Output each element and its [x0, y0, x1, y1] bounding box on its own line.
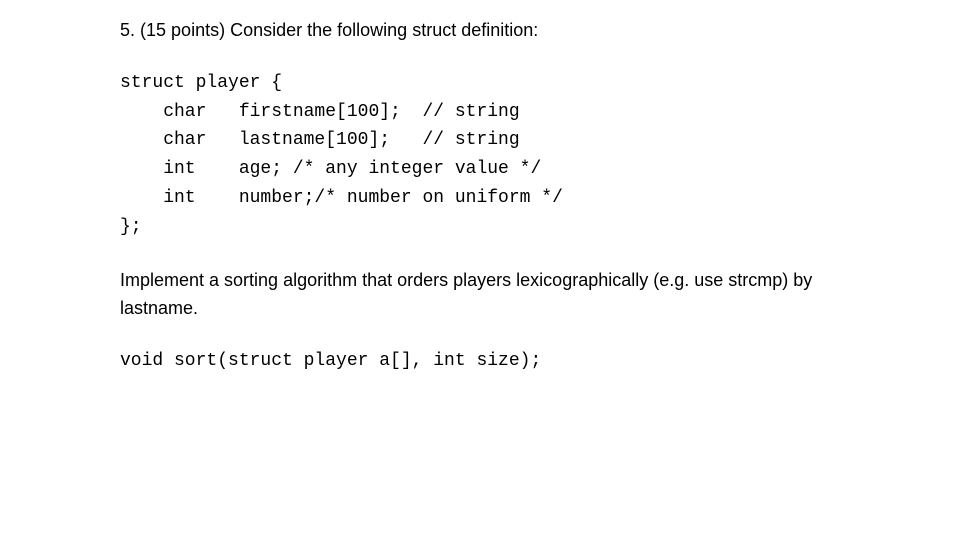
question-number: 5.: [120, 20, 135, 40]
instruction-text: Implement a sorting algorithm that order…: [120, 266, 836, 324]
code-line: int age; /* any integer value */: [120, 159, 541, 179]
document-content: 5. (15 points) Consider the following st…: [0, 0, 956, 392]
code-line: char firstname[100]; // string: [120, 102, 520, 122]
function-signature: void sort(struct player a[], int size);: [120, 347, 836, 376]
code-line: char lastname[100]; // string: [120, 130, 520, 150]
question-points: (15 points): [140, 20, 225, 40]
struct-definition: struct player { char firstname[100]; // …: [120, 69, 836, 242]
question-header: 5. (15 points) Consider the following st…: [120, 16, 836, 45]
question-prompt: Consider the following struct definition…: [230, 20, 538, 40]
code-line: struct player {: [120, 73, 282, 93]
code-line: };: [120, 217, 142, 237]
code-line: int number;/* number on uniform */: [120, 188, 563, 208]
